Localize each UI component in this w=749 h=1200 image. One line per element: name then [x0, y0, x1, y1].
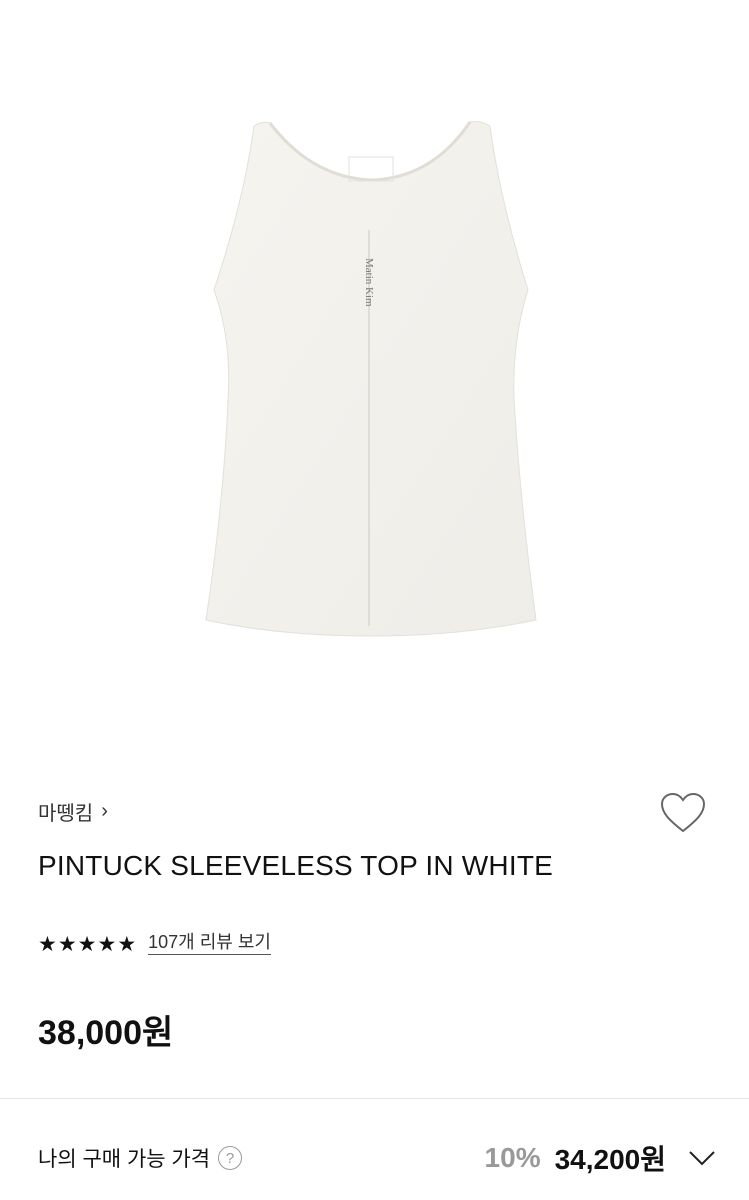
divider — [0, 1098, 749, 1099]
wishlist-button[interactable] — [656, 788, 710, 838]
discount-rate: 10% — [484, 1142, 541, 1173]
chevron-down-icon — [689, 1151, 715, 1166]
help-icon[interactable]: ? — [218, 1146, 243, 1170]
discount-price: 34,200원 — [554, 1144, 666, 1175]
star-filled-icon: ★ — [38, 932, 57, 956]
rating-stars: ★ ★ ★ ★ ★ — [38, 934, 136, 955]
star-filled-icon: ★ — [117, 932, 137, 956]
product-title: PINTUCK SLEEVELESS TOP IN WHITE — [38, 850, 554, 881]
star-filled-icon: ★ — [97, 932, 117, 956]
tank-top-illustration: Matin Kim — [205, 121, 537, 637]
brand-link[interactable]: 마뗑킴 › — [38, 794, 108, 828]
heart-outline-icon — [660, 792, 706, 833]
expand-button[interactable] — [686, 1146, 718, 1170]
my-price-row[interactable]: 나의 구매 가능 가격 ? 10% 34,200원 — [38, 1138, 718, 1178]
star-filled-icon: ★ — [57, 932, 77, 956]
rating-row: ★ ★ ★ ★ ★ 107개 리뷰 보기 — [38, 930, 271, 958]
brand-name: 마뗑킴 — [38, 802, 94, 825]
review-link[interactable]: 107개 리뷰 보기 — [148, 932, 271, 955]
product-price: 38,000원 — [38, 1014, 174, 1052]
my-price-label: 나의 구매 가능 가격 — [38, 1148, 211, 1171]
product-image[interactable]: Matin Kim — [0, 0, 749, 740]
chevron-right-icon: › — [101, 799, 108, 822]
star-filled-icon: ★ — [77, 932, 97, 956]
logo-text: Matin Kim — [363, 258, 375, 307]
my-price-values: 10% 34,200원 — [485, 1138, 718, 1178]
